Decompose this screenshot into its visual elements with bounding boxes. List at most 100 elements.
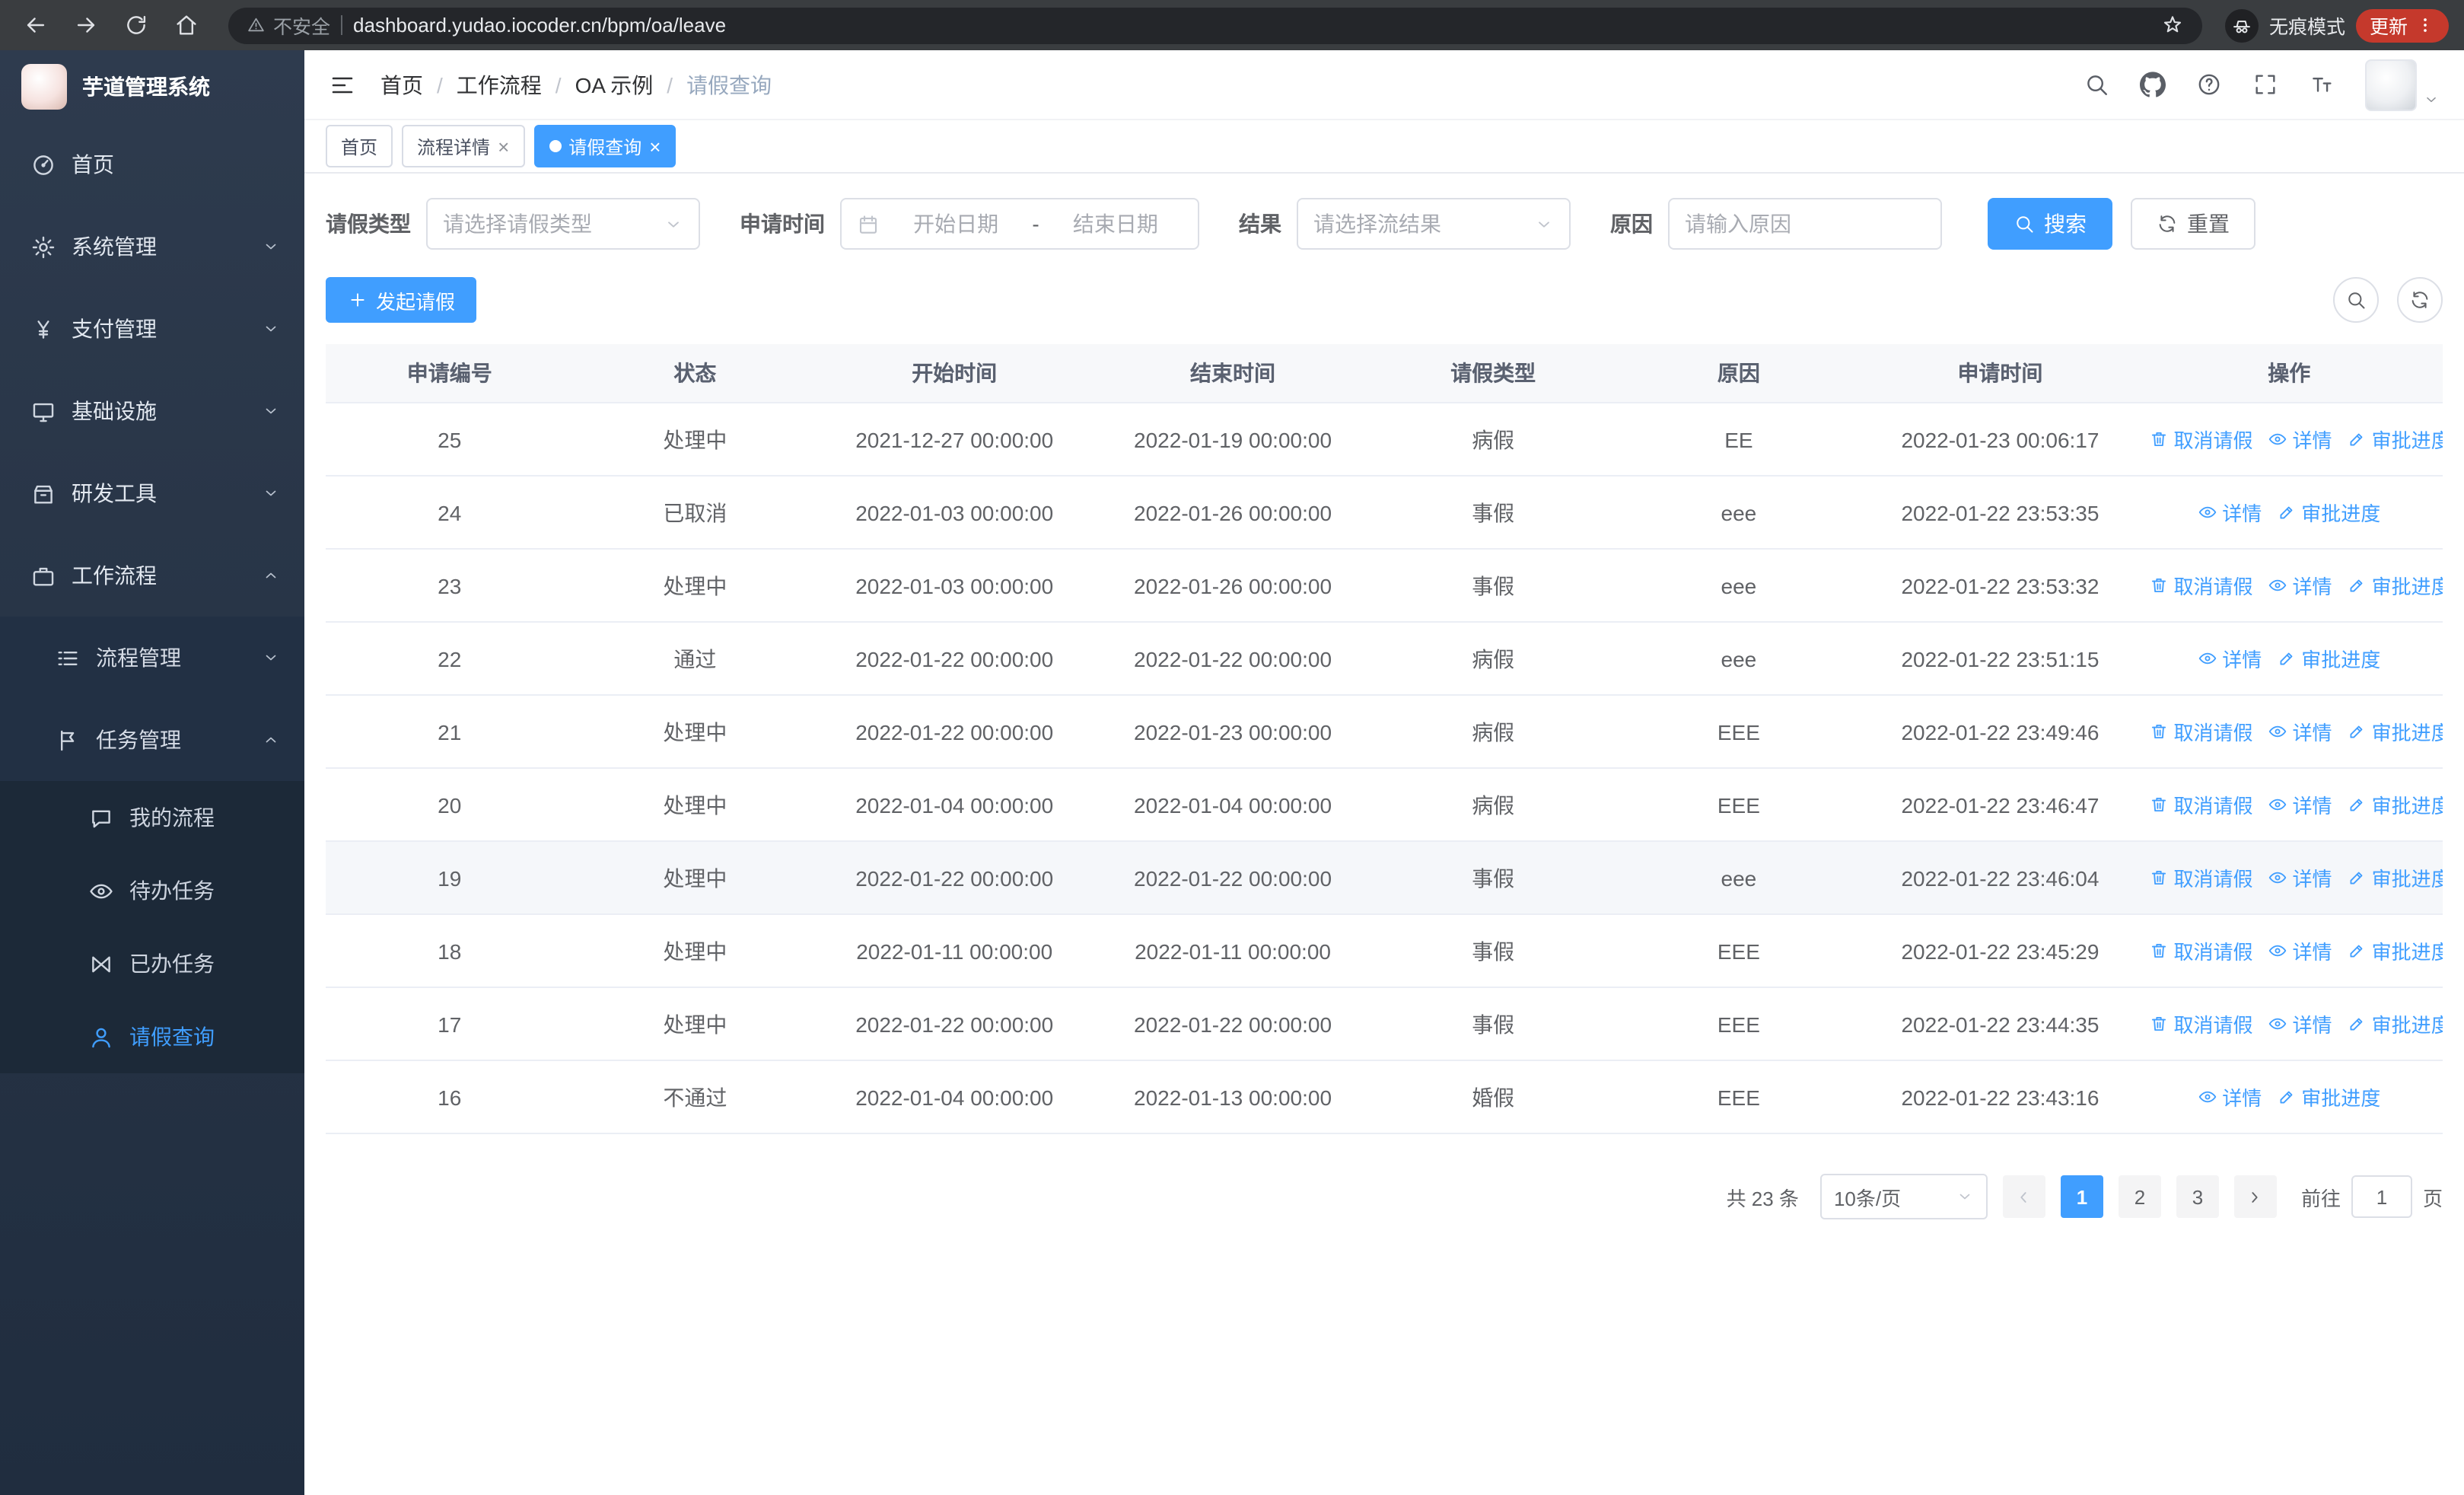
cancel-leave-link[interactable]: 取消请假 (2150, 790, 2253, 819)
approval-progress-link[interactable]: 审批进度 (2277, 498, 2380, 527)
reason-input[interactable]: 请输入原因 (1668, 198, 1942, 250)
toggle-search-button[interactable] (2333, 277, 2379, 323)
breadcrumb-item[interactable]: OA 示例 (575, 69, 654, 100)
detail-link[interactable]: 详情 (2268, 717, 2332, 746)
detail-link[interactable]: 详情 (2268, 1009, 2332, 1038)
tab-leave-query[interactable]: 请假查询 × (533, 125, 676, 167)
tab-process-detail[interactable]: 流程详情 × (402, 125, 525, 167)
approval-progress-link[interactable]: 审批进度 (2348, 790, 2443, 819)
page-size-select[interactable]: 10条/页 (1819, 1174, 1988, 1219)
next-page-button[interactable] (2233, 1175, 2277, 1218)
bookmark-star-icon[interactable] (2161, 14, 2184, 37)
logo-avatar (21, 64, 67, 110)
cell-apply-time: 2022-01-22 23:51:15 (1864, 622, 2136, 696)
cell-status: 处理中 (573, 549, 817, 623)
table-row: 23 处理中 2022-01-03 00:00:00 2022-01-26 00:00… (326, 549, 2443, 623)
approval-progress-link[interactable]: 审批进度 (2348, 571, 2443, 600)
sidebar-item-leave-query[interactable]: 请假查询 (0, 1000, 304, 1073)
table-row: 16 不通过 2022-01-04 00:00:00 2022-01-13 00:00… (326, 1060, 2443, 1134)
approval-progress-link[interactable]: 审批进度 (2348, 1009, 2443, 1038)
close-icon[interactable]: × (649, 136, 661, 156)
cell-start-time: 2022-01-04 00:00:00 (817, 1060, 1093, 1134)
sidebar-collapse-button[interactable] (329, 71, 356, 98)
sidebar-item-infrastructure[interactable]: 基础设施 (0, 370, 304, 452)
sidebar-item-my-processes[interactable]: 我的流程 (0, 781, 304, 854)
reset-button[interactable]: 重置 (2131, 198, 2255, 250)
browser-home-button[interactable] (166, 5, 205, 45)
address-bar[interactable]: 不安全 dashboard.yudao.iocoder.cn/bpm/oa/le… (228, 7, 2202, 43)
prev-page-button[interactable] (2002, 1175, 2045, 1218)
sidebar-item-todo-tasks[interactable]: 待办任务 (0, 854, 304, 927)
detail-link[interactable]: 详情 (2198, 644, 2262, 673)
goto-page-input[interactable] (2351, 1175, 2412, 1218)
github-button[interactable] (2140, 72, 2166, 97)
sidebar-item-process-management[interactable]: 流程管理 (0, 617, 304, 699)
edit-icon (2348, 795, 2367, 814)
app-logo[interactable]: 芋道管理系统 (0, 50, 304, 123)
browser-reload-button[interactable] (116, 5, 155, 45)
create-leave-button[interactable]: 发起请假 (326, 277, 477, 323)
warning-icon (247, 16, 266, 35)
cancel-leave-link[interactable]: 取消请假 (2150, 717, 2253, 746)
cancel-leave-link[interactable]: 取消请假 (2150, 863, 2253, 892)
cancel-leave-link[interactable]: 取消请假 (2150, 571, 2253, 600)
sidebar-item-home[interactable]: 首页 (0, 123, 304, 206)
detail-link[interactable]: 详情 (2268, 790, 2332, 819)
cell-leave-type: 事假 (1374, 549, 1613, 623)
browser-menu-icon[interactable] (2415, 15, 2435, 35)
sidebar-item-dev-tools[interactable]: 研发工具 (0, 452, 304, 534)
table-toolbar: 发起请假 (326, 277, 2443, 323)
fullscreen-button[interactable] (2252, 72, 2278, 97)
result-select[interactable]: 请选择流结果 (1297, 198, 1571, 250)
cell-leave-type: 病假 (1374, 768, 1613, 842)
browser-update-button[interactable]: 更新 (2355, 8, 2449, 42)
search-icon (2084, 72, 2109, 97)
sidebar-item-done-tasks[interactable]: 已办任务 (0, 927, 304, 1000)
cell-start-time: 2022-01-03 00:00:00 (817, 549, 1093, 623)
approval-progress-link[interactable]: 审批进度 (2348, 863, 2443, 892)
page-button-3[interactable]: 3 (2176, 1175, 2219, 1218)
browser-back-button[interactable] (15, 5, 55, 45)
search-button[interactable] (2084, 72, 2109, 97)
help-button[interactable] (2196, 72, 2222, 97)
approval-progress-link[interactable]: 审批进度 (2277, 644, 2380, 673)
chevron-down-icon (262, 320, 280, 338)
browser-forward-button[interactable] (65, 5, 105, 45)
approval-progress-link[interactable]: 审批进度 (2348, 425, 2443, 454)
detail-link[interactable]: 详情 (2268, 425, 2332, 454)
page-button-2[interactable]: 2 (2118, 1175, 2161, 1218)
approval-progress-link[interactable]: 审批进度 (2348, 717, 2443, 746)
tab-home[interactable]: 首页 (326, 125, 393, 167)
sidebar-item-task-management[interactable]: 任务管理 (0, 699, 304, 781)
sidebar-item-label: 任务管理 (96, 728, 181, 752)
font-size-button[interactable] (2309, 72, 2335, 97)
approval-progress-link[interactable]: 审批进度 (2348, 936, 2443, 965)
page-button-1[interactable]: 1 (2060, 1175, 2103, 1218)
apply-time-range-picker[interactable]: 开始日期 - 结束日期 (840, 198, 1199, 250)
cell-start-time: 2022-01-22 00:00:00 (817, 695, 1093, 769)
breadcrumb-item[interactable]: 首页 (380, 69, 423, 100)
cell-id: 22 (326, 622, 574, 696)
detail-link[interactable]: 详情 (2268, 936, 2332, 965)
close-icon[interactable]: × (498, 136, 509, 156)
leave-type-placeholder: 请选择请假类型 (443, 212, 592, 236)
cell-apply-time: 2022-01-22 23:53:35 (1864, 476, 2136, 550)
cell-leave-type: 事假 (1374, 476, 1613, 550)
leave-type-select[interactable]: 请选择请假类型 (426, 198, 700, 250)
refresh-table-button[interactable] (2397, 277, 2443, 323)
cancel-leave-link[interactable]: 取消请假 (2150, 936, 2253, 965)
approval-progress-link[interactable]: 审批进度 (2277, 1082, 2380, 1111)
cancel-leave-link[interactable]: 取消请假 (2150, 1009, 2253, 1038)
sidebar-item-workflow[interactable]: 工作流程 (0, 534, 304, 617)
search-submit-button[interactable]: 搜索 (1988, 198, 2112, 250)
detail-link[interactable]: 详情 (2268, 571, 2332, 600)
user-menu[interactable] (2365, 59, 2440, 110)
sidebar-item-system-management[interactable]: 系统管理 (0, 206, 304, 288)
detail-link[interactable]: 详情 (2198, 498, 2262, 527)
detail-link[interactable]: 详情 (2268, 863, 2332, 892)
sidebar-item-payment-management[interactable]: 支付管理 (0, 288, 304, 370)
site-security-label[interactable]: 不安全 (247, 11, 330, 40)
breadcrumb-item[interactable]: 工作流程 (457, 69, 542, 100)
detail-link[interactable]: 详情 (2198, 1082, 2262, 1111)
cancel-leave-link[interactable]: 取消请假 (2150, 425, 2253, 454)
